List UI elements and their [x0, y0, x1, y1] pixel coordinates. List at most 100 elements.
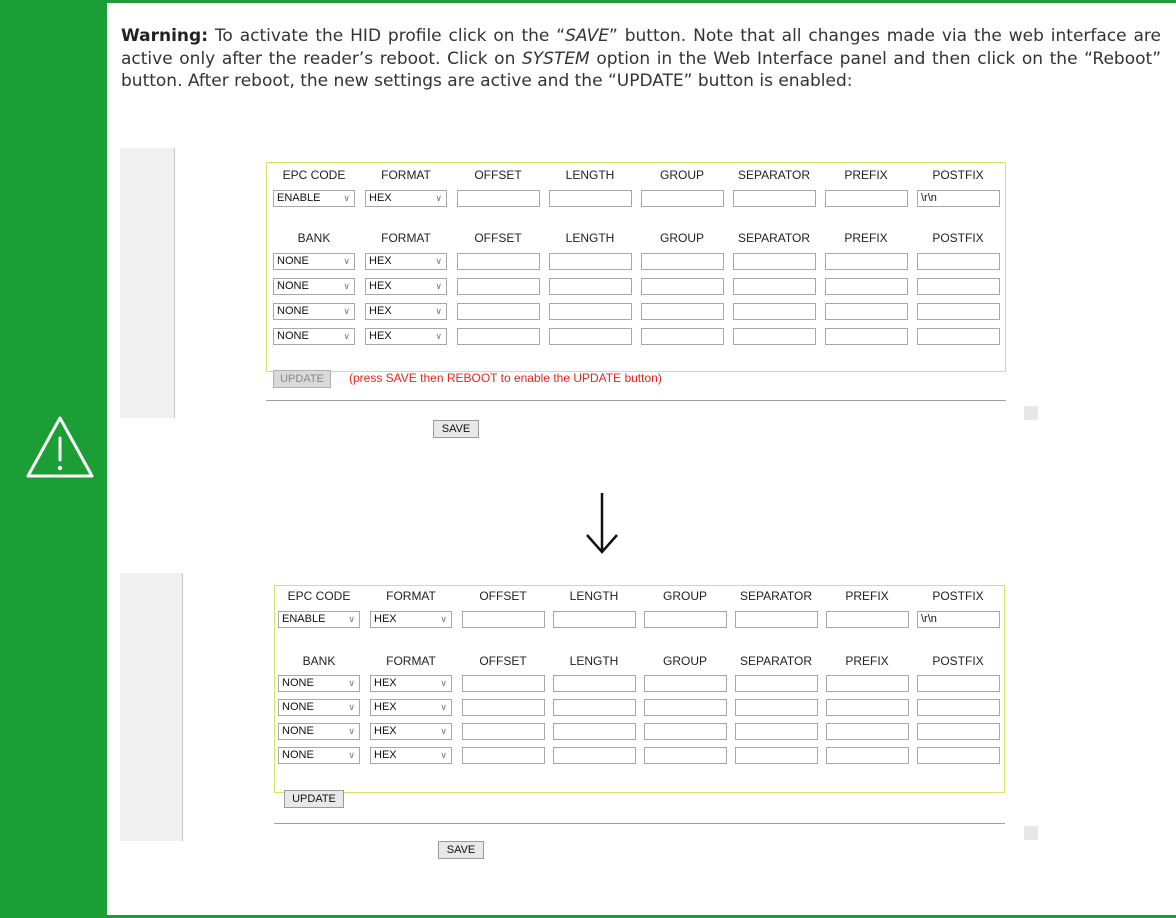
epc-postfix-input[interactable]: \r\n: [917, 611, 1000, 628]
column-header: PREFIX: [844, 168, 888, 182]
bank-format-select[interactable]: HEX ∨: [370, 747, 452, 764]
bank-length-input[interactable]: [549, 278, 632, 295]
epc-separator-input[interactable]: [735, 611, 818, 628]
bank-group-input[interactable]: [641, 303, 724, 320]
bank-group-input[interactable]: [644, 723, 727, 740]
bank-separator-input[interactable]: [733, 253, 816, 270]
bank-select[interactable]: NONE ∨: [273, 253, 355, 270]
bank-format-select[interactable]: HEX ∨: [365, 253, 447, 270]
bank-select[interactable]: NONE ∨: [278, 747, 360, 764]
column-header: OFFSET: [479, 589, 527, 603]
column-header: FORMAT: [381, 231, 431, 245]
bank-offset-input[interactable]: [462, 699, 545, 716]
bank-length-input[interactable]: [553, 699, 636, 716]
epc-postfix-input[interactable]: \r\n: [917, 190, 1000, 207]
bank-length-input[interactable]: [553, 723, 636, 740]
bank-format-select[interactable]: HEX ∨: [365, 303, 447, 320]
bank-prefix-input[interactable]: [825, 328, 908, 345]
bank-offset-input[interactable]: [462, 675, 545, 692]
bank-select[interactable]: NONE ∨: [273, 328, 355, 345]
bank-postfix-input[interactable]: [917, 699, 1000, 716]
bank-group-input[interactable]: [641, 253, 724, 270]
bank-length-input[interactable]: [549, 328, 632, 345]
bank-separator-input[interactable]: [735, 747, 818, 764]
bank-length-input[interactable]: [553, 675, 636, 692]
nav-panel: [120, 148, 175, 418]
bank-separator-input[interactable]: [733, 303, 816, 320]
bank-select[interactable]: NONE ∨: [278, 699, 360, 716]
bank-postfix-input[interactable]: [917, 723, 1000, 740]
bank-select[interactable]: NONE ∨: [278, 675, 360, 692]
screenshot-after-reboot: EPC CODE FORMAT OFFSET LENGTH GROUP SEPARATOR…: [120, 573, 1040, 873]
epc-format-select[interactable]: HEX ∨: [365, 190, 447, 207]
update-button[interactable]: UPDATE: [284, 790, 344, 808]
bank-select[interactable]: NONE ∨: [278, 723, 360, 740]
bank-postfix-input[interactable]: [917, 303, 1000, 320]
bank-offset-input[interactable]: [462, 747, 545, 764]
epc-prefix-input[interactable]: [825, 190, 908, 207]
epc-code-select[interactable]: ENABLE ∨: [273, 190, 355, 207]
bank-group-input[interactable]: [641, 278, 724, 295]
column-header: OFFSET: [479, 654, 527, 668]
divider: [274, 823, 1005, 824]
epc-code-select[interactable]: ENABLE ∨: [278, 611, 360, 628]
bank-postfix-input[interactable]: [917, 747, 1000, 764]
screenshot-before-reboot: EPC CODE FORMAT OFFSET LENGTH GROUP SEPARATOR…: [120, 148, 1040, 448]
bank-group-input[interactable]: [644, 699, 727, 716]
epc-prefix-input[interactable]: [826, 611, 909, 628]
bank-prefix-input[interactable]: [826, 675, 909, 692]
bank-format-select[interactable]: HEX ∨: [370, 699, 452, 716]
bank-separator-input[interactable]: [735, 699, 818, 716]
chevron-down-icon: ∨: [435, 193, 442, 203]
bank-format-select[interactable]: HEX ∨: [370, 723, 452, 740]
bank-prefix-input[interactable]: [825, 278, 908, 295]
bank-format-select[interactable]: HEX ∨: [365, 328, 447, 345]
bank-offset-input[interactable]: [457, 278, 540, 295]
bank-format-select[interactable]: HEX ∨: [365, 278, 447, 295]
chevron-down-icon: ∨: [343, 331, 350, 341]
column-header: GROUP: [659, 231, 704, 245]
column-header: POSTFIX: [932, 231, 984, 245]
bank-select[interactable]: NONE ∨: [273, 303, 355, 320]
save-button[interactable]: SAVE: [438, 841, 484, 859]
epc-group-input[interactable]: [641, 190, 724, 207]
bank-separator-input[interactable]: [733, 328, 816, 345]
bank-offset-input[interactable]: [457, 253, 540, 270]
bank-prefix-input[interactable]: [825, 253, 908, 270]
chevron-down-icon: ∨: [343, 281, 350, 291]
chevron-down-icon: ∨: [348, 702, 355, 712]
bank-length-input[interactable]: [549, 253, 632, 270]
bank-prefix-input[interactable]: [826, 723, 909, 740]
bank-postfix-input[interactable]: [917, 675, 1000, 692]
bank-prefix-input[interactable]: [826, 747, 909, 764]
bank-separator-input[interactable]: [735, 675, 818, 692]
bank-postfix-input[interactable]: [917, 253, 1000, 270]
save-button[interactable]: SAVE: [433, 420, 479, 438]
bank-length-input[interactable]: [553, 747, 636, 764]
bank-postfix-input[interactable]: [917, 328, 1000, 345]
bank-offset-input[interactable]: [457, 303, 540, 320]
epc-group-input[interactable]: [644, 611, 727, 628]
bank-offset-input[interactable]: [462, 723, 545, 740]
bank-separator-input[interactable]: [735, 723, 818, 740]
bank-group-input[interactable]: [641, 328, 724, 345]
bank-group-input[interactable]: [644, 747, 727, 764]
epc-length-input[interactable]: [553, 611, 636, 628]
epc-offset-input[interactable]: [457, 190, 540, 207]
column-header: SEPARATOR: [739, 654, 813, 668]
bank-length-input[interactable]: [549, 303, 632, 320]
epc-offset-input[interactable]: [462, 611, 545, 628]
epc-separator-input[interactable]: [733, 190, 816, 207]
bank-prefix-input[interactable]: [826, 699, 909, 716]
bank-offset-input[interactable]: [457, 328, 540, 345]
bank-postfix-input[interactable]: [917, 278, 1000, 295]
bank-select[interactable]: NONE ∨: [273, 278, 355, 295]
bank-prefix-input[interactable]: [825, 303, 908, 320]
epc-length-input[interactable]: [549, 190, 632, 207]
chevron-down-icon: ∨: [348, 678, 355, 688]
bank-group-input[interactable]: [644, 675, 727, 692]
bank-separator-input[interactable]: [733, 278, 816, 295]
bank-format-select[interactable]: HEX ∨: [370, 675, 452, 692]
chevron-down-icon: ∨: [440, 678, 447, 688]
epc-format-select[interactable]: HEX ∨: [370, 611, 452, 628]
